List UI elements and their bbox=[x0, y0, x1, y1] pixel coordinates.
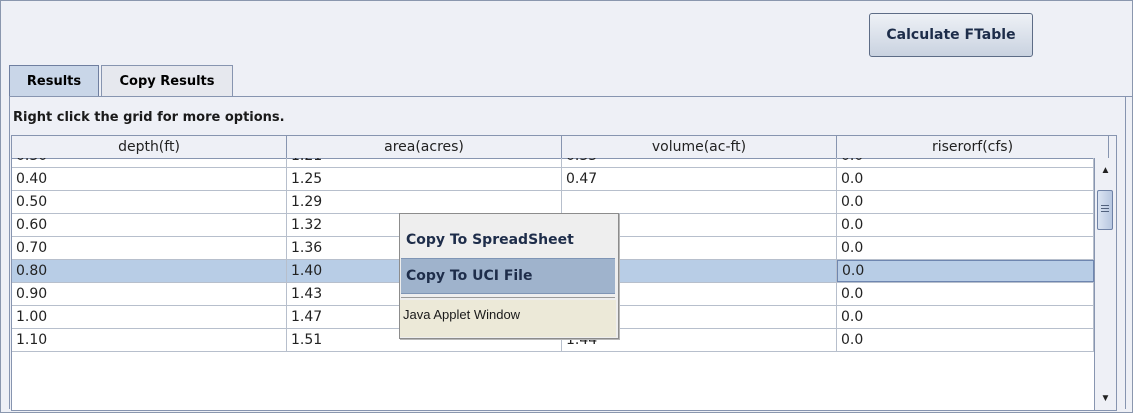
column-header-area[interactable]: area(acres) bbox=[287, 136, 562, 158]
riserorf-cell[interactable]: 0.0 bbox=[837, 237, 1094, 259]
riserorf-cell[interactable]: 0.0 bbox=[837, 283, 1094, 305]
column-header-riserorf[interactable]: riserorf(cfs) bbox=[837, 136, 1109, 158]
area-cell[interactable]: 1.25 bbox=[287, 168, 562, 190]
volume-cell[interactable]: 0.35 bbox=[562, 158, 837, 167]
riserorf-cell[interactable]: 0.0 bbox=[837, 191, 1094, 213]
depth-cell[interactable]: 0.60 bbox=[12, 214, 287, 236]
tab-results[interactable]: Results bbox=[9, 65, 99, 97]
applet-window: Calculate FTable Results Copy Results Ri… bbox=[0, 0, 1133, 413]
grid-hint-text: Right click the grid for more options. bbox=[13, 110, 285, 125]
table-row[interactable]: 0.30 1.21 0.35 0.0 bbox=[12, 158, 1094, 168]
grid-header: depth(ft) area(acres) volume(ac-ft) rise… bbox=[12, 136, 1116, 159]
riserorf-cell-focused[interactable]: 0.0 bbox=[837, 260, 1094, 282]
depth-cell[interactable]: 1.10 bbox=[12, 329, 287, 351]
calculate-ftable-button[interactable]: Calculate FTable bbox=[869, 13, 1033, 57]
menu-item-copy-to-uci-file[interactable]: Copy To UCI File bbox=[401, 258, 615, 294]
depth-cell[interactable]: 0.30 bbox=[12, 158, 287, 167]
scroll-down-icon[interactable]: ▼ bbox=[1097, 390, 1114, 407]
applet-window-warning: Java Applet Window bbox=[400, 300, 616, 337]
depth-cell[interactable]: 0.90 bbox=[12, 283, 287, 305]
depth-cell[interactable]: 0.80 bbox=[12, 260, 287, 282]
menu-item-copy-to-spreadsheet[interactable]: Copy To SpreadSheet bbox=[401, 222, 615, 258]
riserorf-cell[interactable]: 0.0 bbox=[837, 329, 1094, 351]
area-cell[interactable]: 1.29 bbox=[287, 191, 562, 213]
area-cell[interactable]: 1.21 bbox=[287, 158, 562, 167]
volume-cell[interactable] bbox=[562, 191, 837, 213]
table-row[interactable]: 0.40 1.25 0.47 0.0 bbox=[12, 168, 1094, 191]
vertical-scrollbar[interactable]: ▲ ▼ bbox=[1094, 158, 1116, 410]
depth-cell[interactable]: 1.00 bbox=[12, 306, 287, 328]
menu-separator bbox=[401, 297, 615, 298]
tab-copy-results[interactable]: Copy Results bbox=[101, 65, 233, 96]
table-row[interactable]: 0.50 1.29 0.0 bbox=[12, 191, 1094, 214]
riserorf-cell[interactable]: 0.0 bbox=[837, 168, 1094, 190]
context-menu: Copy To SpreadSheet Copy To UCI File Jav… bbox=[399, 213, 619, 339]
riserorf-cell[interactable]: 0.0 bbox=[837, 214, 1094, 236]
riserorf-cell[interactable]: 0.0 bbox=[837, 158, 1094, 167]
riserorf-cell[interactable]: 0.0 bbox=[837, 306, 1094, 328]
volume-cell[interactable]: 0.47 bbox=[562, 168, 837, 190]
depth-cell[interactable]: 0.40 bbox=[12, 168, 287, 190]
depth-cell[interactable]: 0.70 bbox=[12, 237, 287, 259]
depth-cell[interactable]: 0.50 bbox=[12, 191, 287, 213]
column-header-volume[interactable]: volume(ac-ft) bbox=[562, 136, 837, 158]
scroll-up-icon[interactable]: ▲ bbox=[1097, 162, 1114, 179]
scroll-thumb[interactable] bbox=[1097, 190, 1113, 230]
column-header-depth[interactable]: depth(ft) bbox=[12, 136, 287, 158]
